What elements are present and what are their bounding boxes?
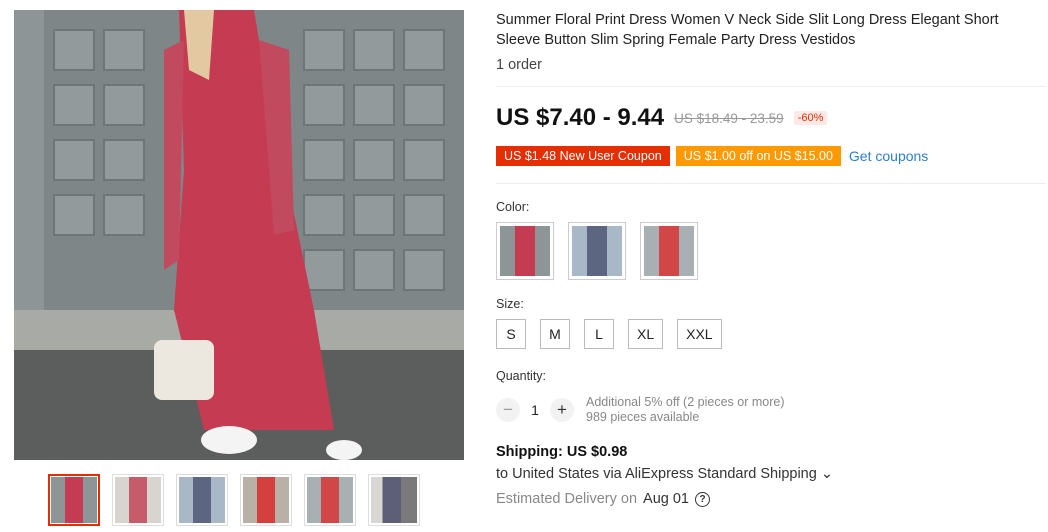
divider [496,86,1046,87]
thumbnail-3[interactable] [176,474,228,526]
size-label: Size: [496,297,524,311]
current-price: US $7.40 - 9.44 [496,104,665,131]
help-icon[interactable]: ? [695,491,710,507]
coupon-row: US $1.48 New User Coupon US $1.00 off on… [496,146,928,166]
thumbnail-6[interactable] [368,474,420,526]
order-count: 1 order [496,57,542,73]
get-coupons-link[interactable]: Get coupons [849,148,928,164]
color-option-2[interactable] [568,222,626,280]
quantity-info: Additional 5% off (2 pieces or more) 989… [586,395,784,425]
quantity-decrease-button[interactable]: − [496,398,520,422]
price-row: US $7.40 - 9.44 US $18.49 - 23.59 -60% [496,104,828,132]
divider [496,183,1046,184]
thumbnail-5[interactable] [304,474,356,526]
thumbnail-strip [48,474,420,526]
size-option-xxl[interactable]: XXL [677,319,722,349]
original-price: US $18.49 - 23.59 [674,110,784,126]
new-user-coupon[interactable]: US $1.48 New User Coupon [496,146,670,166]
thumbnail-4[interactable] [240,474,292,526]
color-option-1[interactable] [496,222,554,280]
store-coupon[interactable]: US $1.00 off on US $15.00 [675,146,841,166]
quantity-stepper: − 1 + Additional 5% off (2 pieces or mor… [496,395,784,425]
bulk-discount-text: Additional 5% off (2 pieces or more) [586,395,785,409]
color-options [496,222,698,280]
size-option-s[interactable]: S [496,319,526,349]
delivery-date: Aug 01 [643,491,689,507]
estimated-delivery: Estimated Delivery on Aug 01 ? [496,491,710,507]
product-title: Summer Floral Print Dress Women V Neck S… [496,12,999,48]
discount-badge: -60% [793,111,828,125]
size-option-xl[interactable]: XL [628,319,664,349]
main-product-image[interactable] [14,10,464,460]
delivery-label: Estimated Delivery on [496,491,638,507]
quantity-value[interactable]: 1 [520,402,550,418]
shipping-cost: Shipping: US $0.98 [496,444,628,460]
size-options: S M L XL XXL [496,319,722,349]
color-option-3[interactable] [640,222,698,280]
size-option-l[interactable]: L [584,319,614,349]
size-option-m[interactable]: M [540,319,570,349]
color-label: Color: [496,200,530,214]
thumbnail-1[interactable] [48,474,100,526]
shipping-method-selector[interactable]: to United States via AliExpress Standard… [496,466,833,482]
stock-available-text: 989 pieces available [586,410,700,424]
quantity-label: Quantity: [496,369,547,383]
quantity-increase-button[interactable]: + [550,398,574,422]
thumbnail-2[interactable] [112,474,164,526]
